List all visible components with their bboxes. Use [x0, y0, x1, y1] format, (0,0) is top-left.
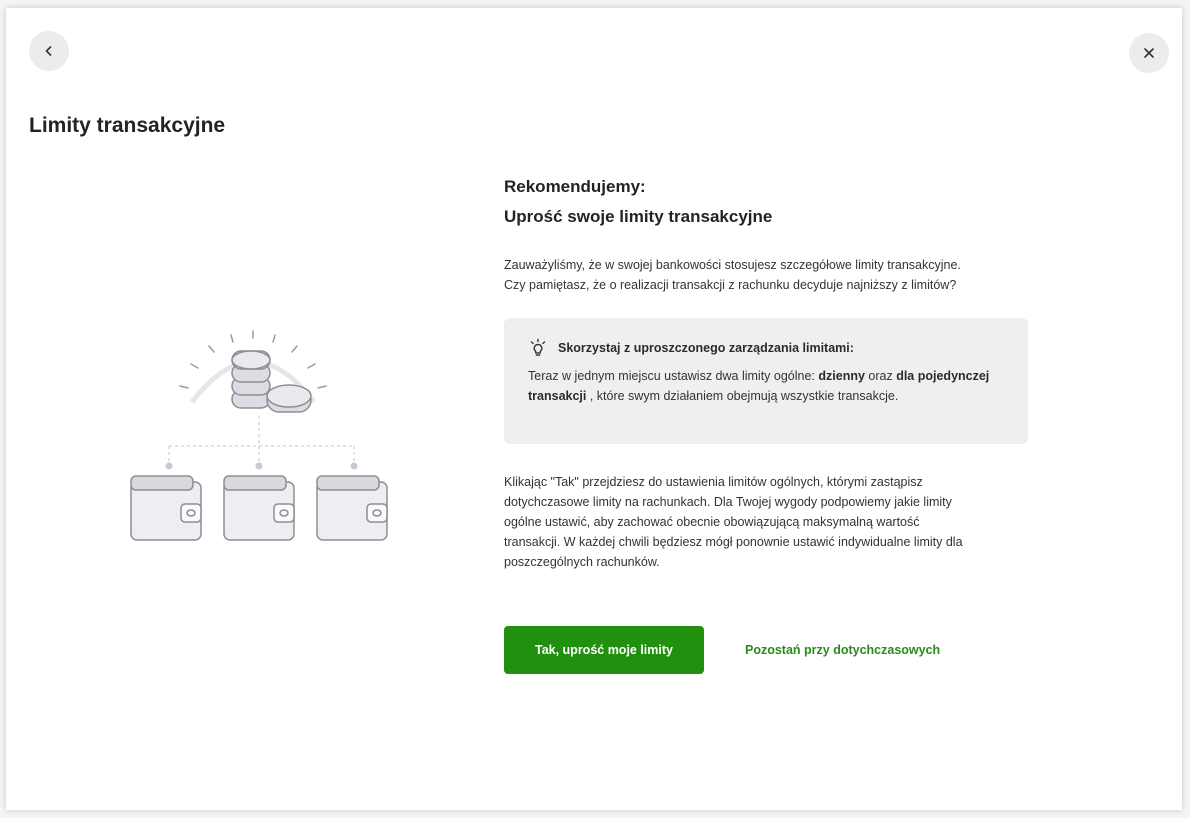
lightbulb-icon	[530, 338, 546, 356]
close-icon	[1144, 48, 1154, 58]
dialog-panel: Limity transakcyjne Rekomendujemy: Uproś…	[6, 8, 1182, 810]
tip-text: Teraz w jednym miejscu ustawisz dwa limi…	[528, 366, 1004, 406]
coins-wallets-illustration	[130, 330, 388, 541]
page-title: Limity transakcyjne	[29, 114, 226, 137]
back-button[interactable]	[29, 31, 69, 71]
description-text: Klikając "Tak" przejdziesz do ustawienia…	[504, 475, 963, 569]
recommendation-headline: Uprość swoje limity transakcyjne	[504, 207, 773, 226]
chevron-left-icon	[45, 46, 52, 56]
tip-text-part: , które swym działaniem obejmują wszystk…	[586, 389, 899, 403]
tip-text-part: oraz	[864, 369, 897, 383]
wallet-icons	[130, 475, 388, 541]
intro-text: Zauważyliśmy, że w swojej bankowości sto…	[504, 258, 961, 292]
simplify-limits-button[interactable]: Tak, uprość moje limity	[504, 626, 704, 674]
tip-text-part: Teraz w jednym miejscu ustawisz dwa limi…	[528, 369, 819, 383]
tip-title: Skorzystaj z uproszczonego zarządzania l…	[558, 341, 854, 355]
tip-box: Skorzystaj z uproszczonego zarządzania l…	[504, 318, 1028, 444]
action-bar: Tak, uprość moje limity Pozostań przy do…	[504, 626, 940, 674]
close-button[interactable]	[1129, 33, 1169, 73]
tip-bold-daily: dzienny	[818, 369, 865, 383]
keep-current-limits-link[interactable]: Pozostań przy dotychczasowych	[745, 643, 940, 657]
recommendation-eyebrow: Rekomendujemy:	[504, 177, 646, 196]
recommendation-content: Rekomendujemy: Uprość swoje limity trans…	[504, 175, 1034, 572]
